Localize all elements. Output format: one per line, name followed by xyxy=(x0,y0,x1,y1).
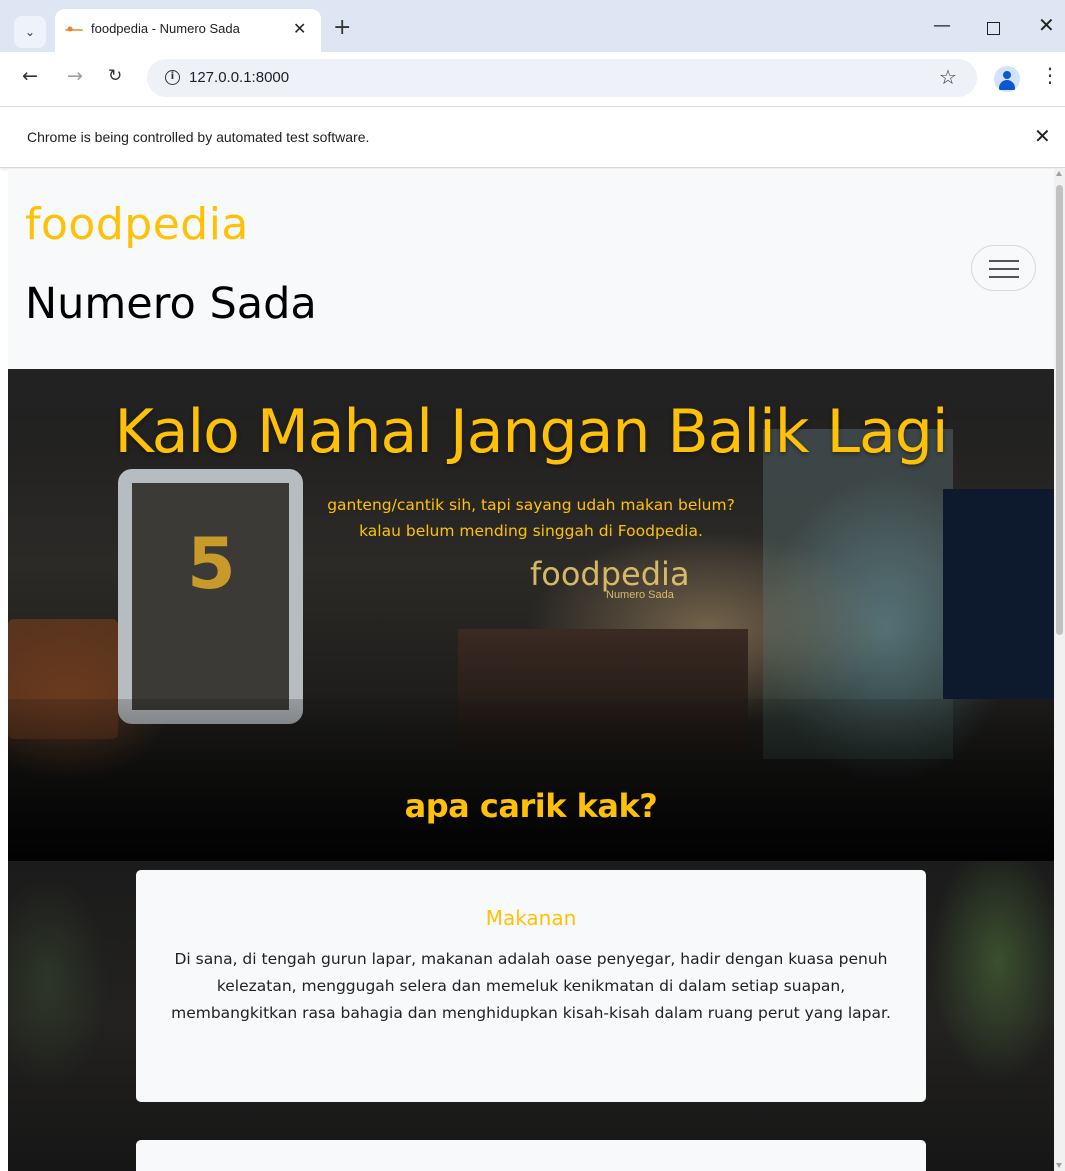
address-bar[interactable]: i 127.0.0.1:8000 ☆ xyxy=(147,59,977,97)
card-description: Di sana, di tengah gurun lapar, makanan … xyxy=(171,950,891,1022)
browser-tab[interactable]: foodpedia - Numero Sada ✕ xyxy=(55,9,321,52)
scrollbar-thumb[interactable] xyxy=(1056,185,1063,635)
automation-infobar: Chrome is being controlled by automated … xyxy=(0,106,1065,168)
reload-icon[interactable]: ↻ xyxy=(108,66,122,86)
hero-photo-banner xyxy=(943,489,1054,699)
hero-call-to-action: apa carik kak? xyxy=(404,787,658,825)
site-brand[interactable]: foodpedia xyxy=(25,199,249,250)
browser-tab-bar: ⌄ foodpedia - Numero Sada ✕ + — ✕ xyxy=(0,0,1065,52)
category-card-next[interactable] xyxy=(136,1140,926,1171)
arrow-right-icon[interactable]: → xyxy=(67,66,83,86)
scroll-up-arrow-icon[interactable] xyxy=(1056,171,1062,176)
chevron-down-icon: ⌄ xyxy=(24,25,36,39)
minimize-icon[interactable]: — xyxy=(933,17,951,35)
store-name: Numero Sada xyxy=(25,279,317,329)
hero-subtitle-line1: ganteng/cantik sih, tapi sayang udah mak… xyxy=(327,496,735,514)
page-viewport: foodpedia Numero Sada 5 foodpedia Numero… xyxy=(8,169,1054,1171)
profile-body xyxy=(999,80,1015,90)
plus-icon[interactable]: + xyxy=(333,17,351,39)
hamburger-menu-icon-bar xyxy=(989,276,1019,278)
profile-icon[interactable] xyxy=(994,66,1020,92)
hero-photo-logo-sub: Numero Sada xyxy=(606,589,674,601)
hero-section: 5 foodpedia Numero Sada Kalo Mahal Janga… xyxy=(8,369,1054,861)
page-scrollbar[interactable] xyxy=(1054,169,1065,1171)
scroll-down-arrow-icon[interactable] xyxy=(1056,1163,1062,1168)
infobar-message: Chrome is being controlled by automated … xyxy=(27,129,370,145)
close-icon[interactable]: ✕ xyxy=(293,19,306,38)
site-navbar: foodpedia Numero Sada xyxy=(8,169,1054,369)
category-card-makanan[interactable]: Makanan Di sana, di tengah gurun lapar, … xyxy=(136,870,926,1102)
star-icon[interactable]: ☆ xyxy=(939,65,957,89)
more-vertical-icon[interactable]: ⋮ xyxy=(1040,65,1060,85)
hero-photo-table xyxy=(8,699,1054,861)
tab-search-button[interactable]: ⌄ xyxy=(14,16,46,48)
arrow-left-icon[interactable]: ← xyxy=(22,66,38,86)
maximize-icon[interactable] xyxy=(987,22,1000,35)
url-text[interactable]: 127.0.0.1:8000 xyxy=(189,69,289,86)
info-icon[interactable]: i xyxy=(165,70,180,85)
hamburger-menu-icon xyxy=(989,260,1019,262)
close-icon[interactable]: ✕ xyxy=(1034,124,1051,148)
hero-subtitle-line2: kalau belum mending singgah di Foodpedia… xyxy=(359,522,703,540)
card-title: Makanan xyxy=(485,906,577,930)
navbar-toggler-button[interactable] xyxy=(971,245,1036,291)
site-favicon-icon xyxy=(65,26,83,32)
tab-title: foodpedia - Numero Sada xyxy=(91,21,240,36)
hamburger-menu-icon-bar xyxy=(989,268,1019,270)
window-close-icon[interactable]: ✕ xyxy=(1038,15,1055,35)
profile-head xyxy=(1003,71,1011,79)
hero-title: Kalo Mahal Jangan Balik Lagi xyxy=(114,397,948,467)
browser-toolbar: ← → ↻ i 127.0.0.1:8000 ☆ ⋮ xyxy=(0,52,1065,106)
hero-photo-logo: foodpedia xyxy=(530,555,690,593)
